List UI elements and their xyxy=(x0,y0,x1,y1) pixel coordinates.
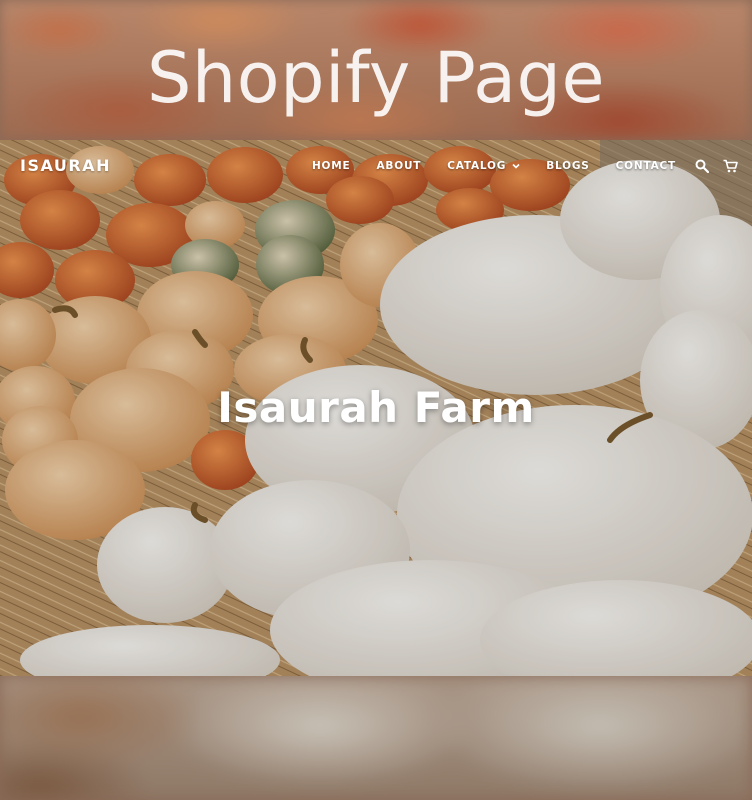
chevron-down-icon xyxy=(512,163,520,169)
site-logo[interactable]: ISAURAH xyxy=(20,156,111,175)
cart-button[interactable] xyxy=(722,158,738,174)
site-header: ISAURAH HOME ABOUT CATALOG BLOGS CONTACT xyxy=(0,140,752,192)
page-title: Shopify Page xyxy=(146,37,606,119)
nav-contact[interactable]: CONTACT xyxy=(616,160,676,172)
hero-heading: Isaurah Farm xyxy=(217,383,535,432)
search-icon xyxy=(695,159,709,173)
hero-section: ISAURAH HOME ABOUT CATALOG BLOGS CONTACT xyxy=(0,140,752,676)
nav-catalog-label: CATALOG xyxy=(447,160,507,172)
nav-home[interactable]: HOME xyxy=(312,160,351,172)
search-button[interactable] xyxy=(694,158,710,174)
blurred-backdrop-bottom xyxy=(0,676,752,800)
cart-icon xyxy=(723,159,738,173)
nav-catalog[interactable]: CATALOG xyxy=(447,160,520,172)
main-nav: HOME ABOUT CATALOG BLOGS CONTACT xyxy=(312,158,738,174)
nav-blogs[interactable]: BLOGS xyxy=(546,160,589,172)
nav-about[interactable]: ABOUT xyxy=(376,160,421,172)
